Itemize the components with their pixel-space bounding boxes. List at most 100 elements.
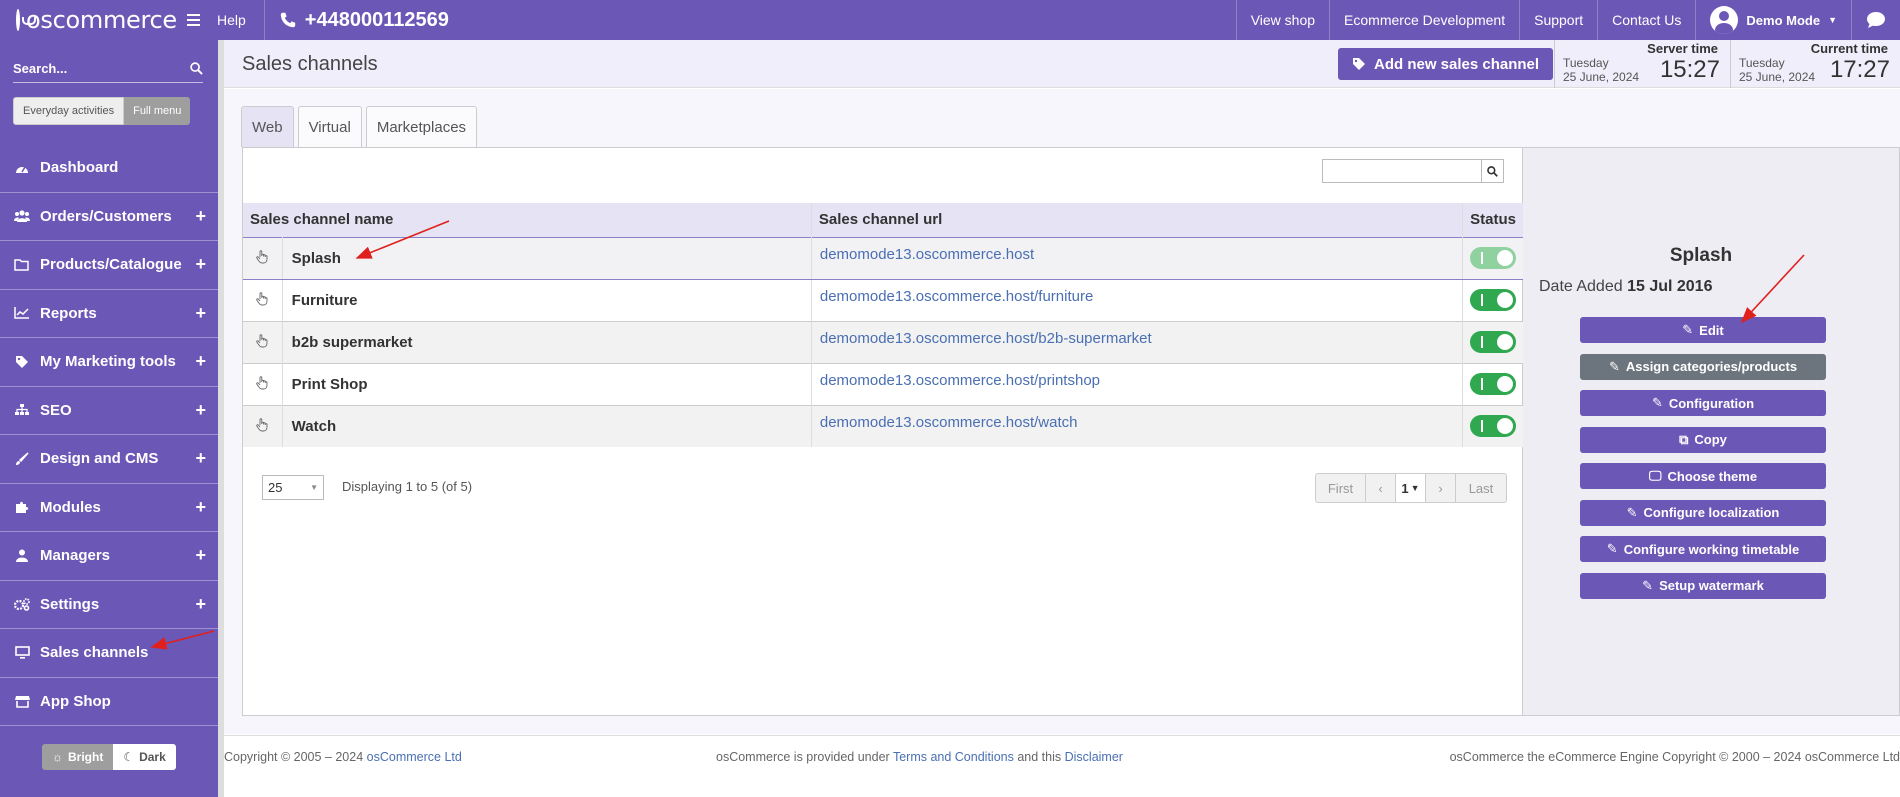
expand-plus-icon[interactable]: + [195,254,206,275]
tab-marketplaces[interactable]: Marketplaces [365,106,478,147]
table-row[interactable]: Splash demomode13.oscommerce.host [243,236,1523,280]
chevron-right-icon[interactable]: › [1426,474,1456,502]
expand-plus-icon[interactable]: + [195,545,206,566]
setup-watermark-button[interactable]: ✎ Setup watermark [1580,572,1826,599]
expand-plus-icon[interactable]: + [195,303,206,324]
expand-plus-icon[interactable]: + [195,351,206,372]
tag-icon [14,355,30,369]
drag-handle-icon[interactable] [243,362,283,405]
tab-virtual[interactable]: Virtual [297,106,362,147]
per-page-select[interactable]: 25 ▼ [262,475,324,500]
sidebar-item-app-shop[interactable]: App Shop [0,678,218,726]
expand-plus-icon[interactable]: + [195,400,206,421]
sidebar-item-seo[interactable]: SEO + [0,387,218,435]
footer-engine-copyright: osCommerce the eCommerce Engine Copyrigh… [1449,750,1900,764]
search-input[interactable] [13,61,173,76]
table-row[interactable]: b2b supermarket demomode13.oscommerce.ho… [243,320,1523,363]
table-row[interactable]: Watch demomode13.oscommerce.host/watch [243,404,1523,447]
choose-theme-button[interactable]: 🖵 Choose theme [1580,463,1826,489]
dashboard-icon [14,162,30,174]
status-toggle[interactable] [1470,289,1517,311]
status-cell [1462,404,1523,447]
add-sales-channel-label: Add new sales channel [1374,55,1540,73]
status-toggle[interactable] [1470,415,1517,438]
expand-plus-icon[interactable]: + [195,206,206,227]
chevron-left-icon[interactable]: ‹ [1366,474,1396,502]
configure-localization-button[interactable]: ✎ Configure localization [1580,499,1826,526]
drag-handle-icon[interactable] [243,404,283,447]
chat-button[interactable] [1851,0,1900,40]
phone-icon [280,12,295,28]
sidebar-item-sales-channels[interactable]: Sales channels [0,629,218,678]
channel-url[interactable]: demomode13.oscommerce.host [811,236,1464,280]
edit-button[interactable]: ✎ Edit [1580,317,1826,343]
everyday-activities-button[interactable]: Everyday activities [13,97,125,125]
help-link[interactable]: Help [195,0,265,40]
add-sales-channel-button[interactable]: Add new sales channel [1338,48,1554,80]
expand-plus-icon[interactable]: + [195,448,206,469]
folder-icon [14,259,30,271]
copy-button[interactable]: ⧉ Copy [1580,426,1826,453]
drag-handle-icon[interactable] [243,236,283,280]
full-menu-button[interactable]: Full menu [124,97,191,125]
sidebar-item-reports[interactable]: Reports + [0,290,218,338]
expand-plus-icon[interactable]: + [195,594,206,615]
sidebar-item-marketing-tools[interactable]: My Marketing tools + [0,338,218,387]
assign-categories-button[interactable]: ✎ Assign categories/products [1580,353,1826,380]
sidebar-item-dashboard[interactable]: Dashboard [0,144,218,193]
channel-name: b2b supermarket [282,320,812,363]
sidebar-item-orders-customers[interactable]: Orders/Customers + [0,193,218,241]
page-select[interactable]: 1 ▼ [1396,474,1426,502]
company-link[interactable]: osCommerce Ltd [367,750,462,764]
tab-web[interactable]: Web [241,106,294,147]
channel-url[interactable]: demomode13.oscommerce.host/b2b-supermark… [811,320,1464,363]
view-shop-link[interactable]: View shop [1235,0,1329,40]
choose-theme-label: Choose theme [1667,468,1758,484]
logo[interactable]: oscommerce [0,0,200,40]
configuration-button[interactable]: ✎ Configuration [1580,390,1826,416]
status-toggle[interactable] [1470,247,1517,269]
sidebar-item-design-cms[interactable]: Design and CMS + [0,435,218,484]
copy-icon: ⧉ [1679,431,1689,447]
phone-number[interactable]: +448000112569 [265,0,449,40]
pencil-icon: ✎ [1606,541,1618,556]
chat-bubble-icon [1867,12,1885,28]
sidebar-item-products-catalogue[interactable]: Products/Catalogue + [0,241,218,290]
server-date-text: 25 June, 2024 [1563,70,1640,84]
channel-url[interactable]: demomode13.oscommerce.host/watch [811,404,1464,447]
expand-plus-icon[interactable]: + [195,497,206,518]
column-header-status[interactable]: Status [1462,203,1523,237]
first-page-button[interactable]: First [1316,474,1366,502]
column-header-url[interactable]: Sales channel url [811,203,1464,237]
table-search-button[interactable] [1482,159,1504,183]
configure-timetable-button[interactable]: ✎ Configure working timetable [1580,536,1826,562]
terms-link[interactable]: Terms and Conditions [893,750,1014,764]
bright-theme-button[interactable]: ☼ Bright [42,744,114,770]
channel-name: Watch [282,404,812,447]
dark-theme-button[interactable]: ☾ Dark [113,744,176,770]
sidebar-item-modules[interactable]: Modules + [0,484,218,532]
drag-handle-icon[interactable] [243,320,283,363]
store-icon [14,695,30,708]
ecommerce-development-link[interactable]: Ecommerce Development [1329,0,1519,40]
sidebar-item-managers[interactable]: Managers + [0,532,218,581]
sidebar-item-label: Dashboard [40,159,119,177]
table-search-input[interactable] [1322,159,1482,183]
channel-url[interactable]: demomode13.oscommerce.host/furniture [811,278,1464,321]
disclaimer-link[interactable]: Disclaimer [1065,750,1123,764]
table-row[interactable]: Furniture demomode13.oscommerce.host/fur… [243,278,1523,321]
contact-us-link[interactable]: Contact Us [1597,0,1695,40]
channel-url[interactable]: demomode13.oscommerce.host/printshop [811,362,1464,405]
table-row[interactable]: Print Shop demomode13.oscommerce.host/pr… [243,362,1523,405]
pencil-icon: ✎ [1608,358,1620,374]
last-page-button[interactable]: Last [1456,474,1506,502]
search-icon[interactable] [190,62,203,75]
sidebar-item-settings[interactable]: Settings + [0,581,218,629]
support-link[interactable]: Support [1519,0,1597,40]
status-toggle[interactable] [1470,373,1517,395]
user-menu[interactable]: Demo Mode ▼ [1695,0,1851,40]
drag-handle-icon[interactable] [243,278,283,321]
column-header-name[interactable]: Sales channel name [243,203,812,237]
status-toggle[interactable] [1470,331,1517,353]
detail-actions: ✎ Edit ✎ Assign categories/products ✎ Confi… [1580,317,1826,609]
